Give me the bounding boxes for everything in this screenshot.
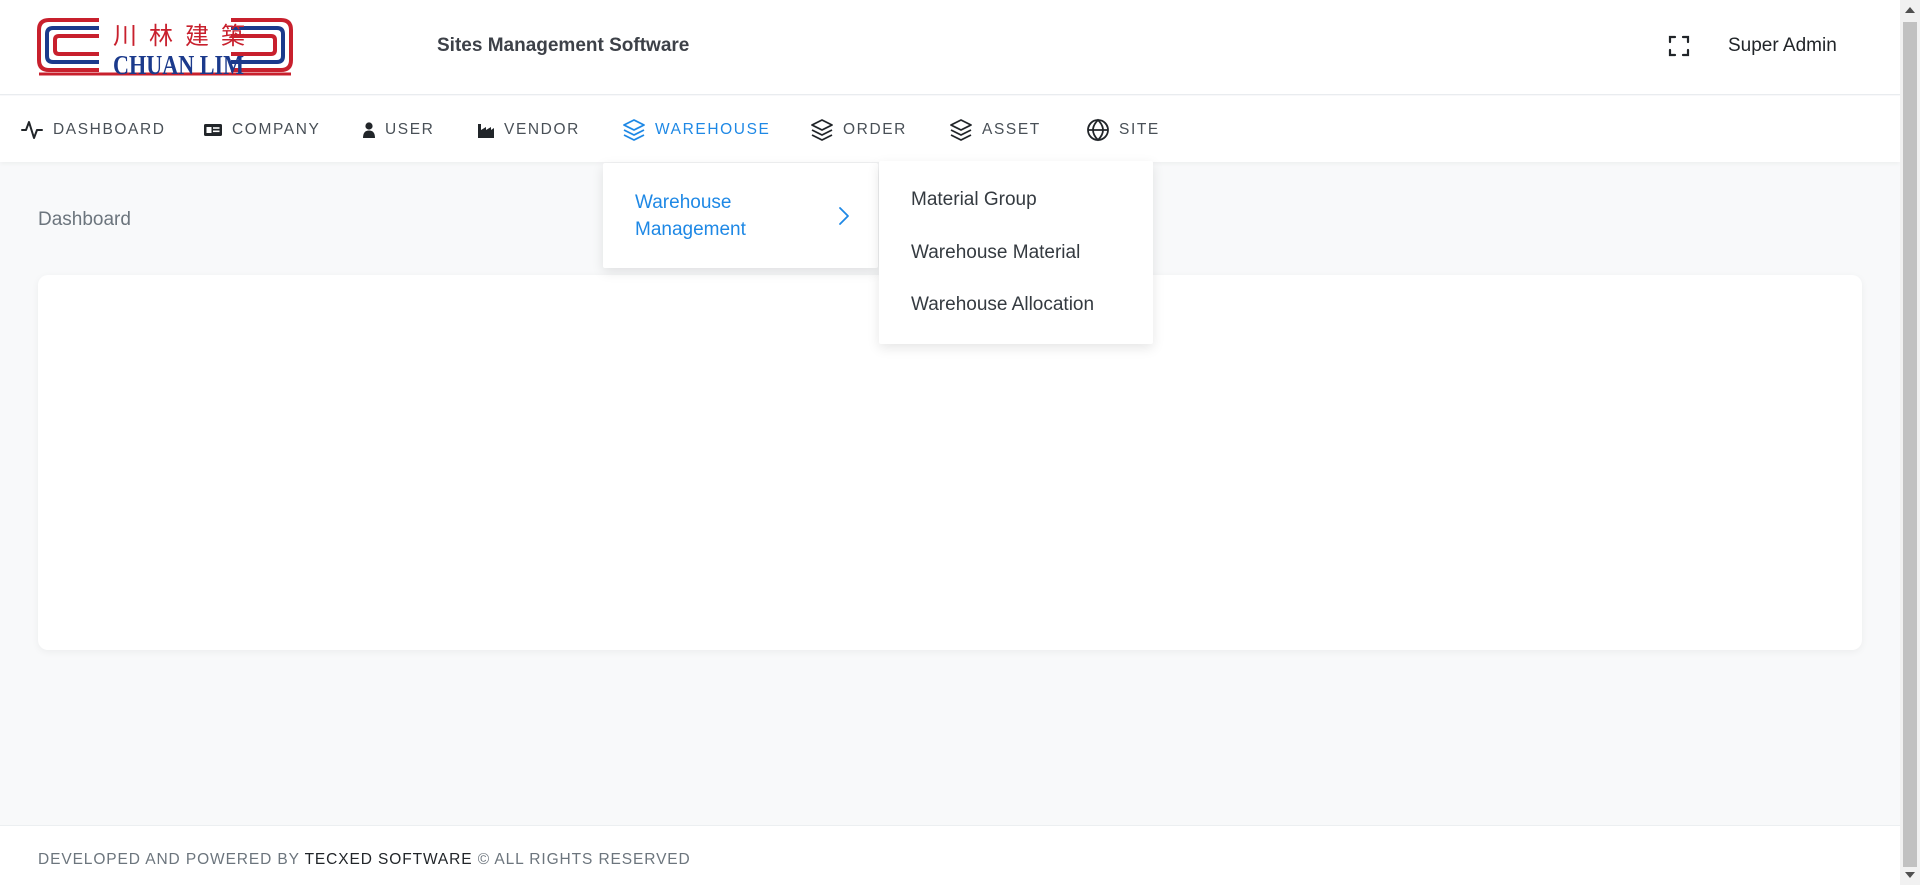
footer: DEVELOPED AND POWERED BY TECXED SOFTWARE…: [0, 825, 1900, 885]
nav-item-vendor[interactable]: VENDOR: [477, 118, 580, 142]
nav-item-warehouse[interactable]: WAREHOUSE: [622, 118, 770, 142]
nav-label: COMPANY: [232, 121, 321, 138]
chuan-lim-logo[interactable]: 川林建築 CHUAN LIM: [37, 16, 293, 80]
nav-item-order[interactable]: ORDER: [810, 118, 907, 142]
nav-label: USER: [385, 121, 435, 138]
dropdown-item-label: Warehouse Management: [635, 192, 746, 240]
submenu-item-material-group[interactable]: Material Group: [911, 189, 1037, 211]
logo-english-text: CHUAN LIM: [113, 50, 244, 80]
nav-label: ASSET: [982, 121, 1041, 138]
scrollbar-thumb[interactable]: [1903, 22, 1917, 867]
submenu-item-warehouse-material[interactable]: Warehouse Material: [911, 242, 1080, 264]
footer-text: DEVELOPED AND POWERED BY TECXED SOFTWARE…: [38, 851, 691, 869]
logo-chinese-text: 川林建築: [113, 22, 257, 50]
factory-icon: [478, 124, 494, 138]
globe-icon: [1087, 118, 1109, 142]
layers-icon: [950, 119, 972, 141]
id-card-icon: [204, 124, 222, 136]
scroll-down-arrow-icon[interactable]: [1905, 872, 1915, 878]
user-menu[interactable]: Super Admin: [1728, 35, 1837, 57]
nav-item-site[interactable]: SITE: [1086, 118, 1160, 142]
nav-item-user[interactable]: USER: [362, 118, 434, 142]
nav-label: SITE: [1119, 121, 1160, 138]
warehouse-management-submenu: Material Group Warehouse Material Wareho…: [879, 161, 1153, 344]
nav-label: VENDOR: [504, 121, 580, 138]
layers-icon: [623, 119, 645, 141]
footer-prefix: DEVELOPED AND POWERED BY: [38, 851, 305, 868]
layers-icon: [811, 119, 833, 141]
fullscreen-icon[interactable]: [1667, 34, 1691, 58]
nav-label: WAREHOUSE: [655, 121, 771, 138]
warehouse-dropdown: Warehouse Management: [603, 163, 878, 268]
footer-suffix: © ALL RIGHTS RESERVED: [472, 851, 691, 868]
nav-label: DASHBOARD: [53, 121, 166, 138]
nav-label: ORDER: [843, 121, 907, 138]
footer-brand-link[interactable]: TECXED SOFTWARE: [305, 851, 473, 868]
user-icon: [363, 122, 375, 138]
nav-item-dashboard[interactable]: DASHBOARD: [20, 118, 166, 142]
activity-icon: [21, 121, 43, 139]
breadcrumb: Dashboard: [38, 209, 131, 230]
app-title: Sites Management Software: [437, 35, 690, 56]
nav-item-company[interactable]: COMPANY: [203, 118, 320, 142]
nav-item-asset[interactable]: ASSET: [949, 118, 1041, 142]
scroll-up-arrow-icon[interactable]: [1905, 7, 1915, 13]
chevron-right-icon: [839, 207, 849, 225]
vertical-scrollbar[interactable]: [1900, 0, 1920, 885]
main-nav: DASHBOARD COMPANY USER VENDOR WAREHOUSE …: [0, 96, 1900, 162]
top-header: 川林建築 CHUAN LIM Sites Management Software…: [0, 0, 1900, 95]
submenu-item-warehouse-allocation[interactable]: Warehouse Allocation: [911, 294, 1094, 316]
dropdown-item-warehouse-management[interactable]: Warehouse Management: [635, 189, 850, 243]
